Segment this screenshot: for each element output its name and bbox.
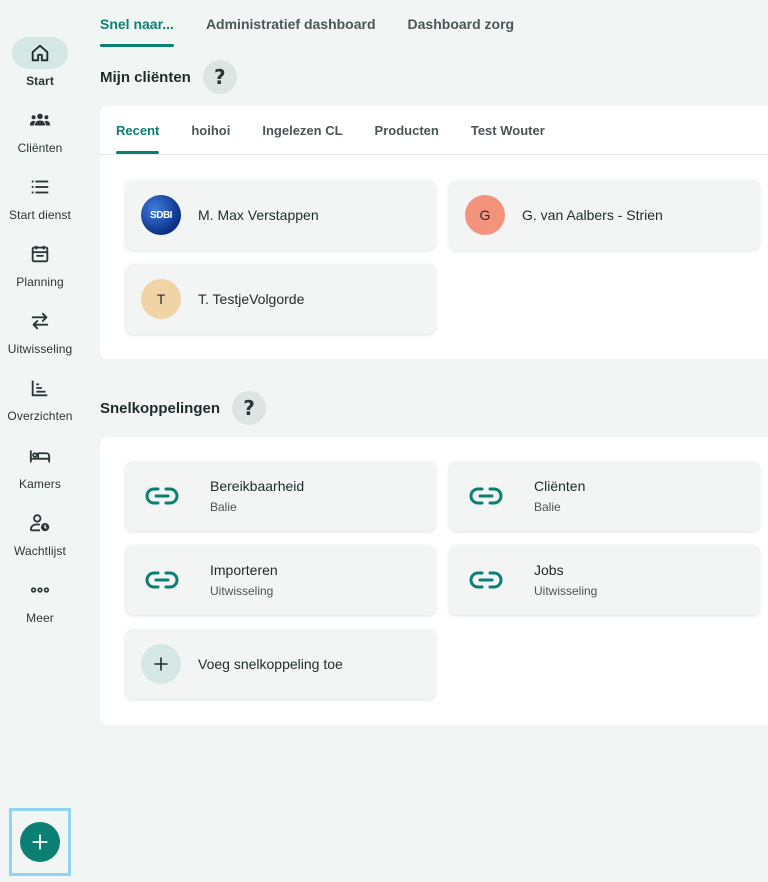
client-card[interactable]: G G. van Aalbers - Strien [449,180,760,250]
shortcut-subtitle: Uitwisseling [210,584,274,598]
add-shortcut-button[interactable]: Voeg snelkoppeling toe [125,629,436,699]
shortcut-card[interactable]: Cliënten Balie [449,461,760,531]
client-name: T. TestjeVolgorde [198,291,305,307]
shortcut-subtitle: Uitwisseling [534,584,598,598]
avatar: SDBI [141,195,181,235]
shortcut-text: Cliënten Balie [534,478,585,514]
shortcut-title: Bereikbaarheid [210,478,305,494]
clients-panel: Recent hoihoi Ingelezen CL Producten Tes… [100,106,768,359]
shortcut-text: Jobs Uitwisseling [534,562,597,598]
avatar: T [141,279,181,319]
add-button[interactable] [20,822,60,862]
sidebar-item-wachtlijst[interactable]: Wachtlijst [0,507,80,569]
sidebar-item-label: Start [26,74,54,88]
sidebar-item-planning[interactable]: Planning [0,238,80,300]
clients-section-header: Mijn cliënten ? [100,60,237,94]
chart-icon [12,372,68,404]
link-icon [469,571,503,589]
sidebar-item-clienten[interactable]: Cliënten [0,104,80,166]
person-clock-icon [12,507,68,539]
tab-producten[interactable]: Producten [375,106,439,154]
shortcuts-panel: Bereikbaarheid Balie Cliënten Balie Impo… [100,437,768,725]
shortcut-card[interactable]: Bereikbaarheid Balie [125,461,436,531]
client-name: G. van Aalbers - Strien [522,207,663,223]
link-icon [145,571,179,589]
sidebar-item-start-dienst[interactable]: Start dienst [0,171,80,233]
link-icon [145,487,179,505]
calendar-icon [12,238,68,270]
shortcut-card[interactable]: Importeren Uitwisseling [125,545,436,615]
plus-icon [32,834,48,850]
tab-hoihoi[interactable]: hoihoi [191,106,230,154]
shortcut-text: Importeren Uitwisseling [210,562,278,598]
tab-dashboard-zorg[interactable]: Dashboard zorg [408,0,515,48]
plus-icon [154,657,168,671]
sidebar-item-start[interactable]: Start [0,37,80,99]
tab-administratief-dashboard[interactable]: Administratief dashboard [206,0,376,48]
group-icon [12,104,68,136]
home-icon [12,37,68,69]
shortcuts-section-header: Snelkoppelingen ? [100,391,267,425]
tab-test-wouter[interactable]: Test Wouter [471,106,545,154]
sidebar-item-label: Uitwisseling [7,342,73,356]
sidebar-item-meer[interactable]: Meer [0,574,80,636]
link-icon [469,487,503,505]
avatar: G [465,195,505,235]
fab-focus-ring [9,808,71,876]
swap-icon [12,305,68,337]
list-icon [12,171,68,203]
tab-recent[interactable]: Recent [116,106,160,154]
client-name: M. Max Verstappen [198,207,319,223]
top-tabs: Snel naar... Administratief dashboard Da… [100,0,546,48]
sidebar-item-label: Start dienst [9,208,71,222]
sidebar: Start Cliënten Start dienst Planning Uit… [0,0,80,882]
add-shortcut-label: Voeg snelkoppeling toe [198,656,343,672]
sidebar-item-label: Wachtlijst [14,544,66,558]
shortcut-title: Cliënten [534,478,586,494]
tab-ingelezen-cl[interactable]: Ingelezen CL [262,106,342,154]
shortcut-subtitle: Balie [210,500,237,514]
sidebar-item-overzichten[interactable]: Overzichten [0,372,80,434]
sidebar-item-label: Planning [16,275,64,289]
sidebar-item-label: Overzichten [7,409,73,423]
shortcut-title: Jobs [534,562,564,578]
section-title: Snelkoppelingen [100,399,221,417]
bed-icon [12,440,68,472]
help-button[interactable]: ? [202,60,237,94]
shortcut-title: Importeren [210,562,278,578]
sidebar-item-label: Meer [26,611,54,625]
sidebar-item-label: Kamers [19,477,61,491]
help-button[interactable]: ? [232,391,267,425]
client-card[interactable]: T T. TestjeVolgorde [125,264,436,334]
sidebar-item-uitwisseling[interactable]: Uitwisseling [0,305,80,367]
shortcut-card[interactable]: Jobs Uitwisseling [449,545,760,615]
tab-snel-naar[interactable]: Snel naar... [100,0,174,48]
section-title: Mijn cliënten [100,68,191,86]
sidebar-item-kamers[interactable]: Kamers [0,440,80,502]
client-card[interactable]: SDBI M. Max Verstappen [125,180,436,250]
more-icon [12,574,68,606]
shortcut-subtitle: Balie [534,500,561,514]
add-circle [141,644,181,684]
shortcut-text: Bereikbaarheid Balie [210,478,304,514]
sidebar-item-label: Cliënten [17,141,63,155]
client-tabs: Recent hoihoi Ingelezen CL Producten Tes… [100,106,768,155]
